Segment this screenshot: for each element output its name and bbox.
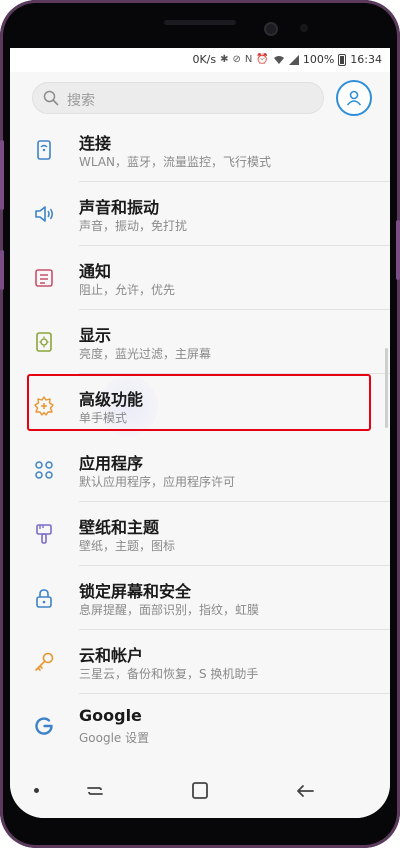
bixby-side-button (0, 140, 4, 210)
setting-title: 声音和振动 (79, 198, 160, 217)
setting-row-wallpapers[interactable]: 壁纸和主题 壁纸，主题，图标 (10, 502, 390, 566)
advanced-features-icon (34, 396, 54, 416)
setting-subtitle: Google 设置 (79, 731, 150, 745)
setting-title: 通知 (79, 262, 112, 281)
front-camera (266, 24, 276, 34)
setting-row-sounds[interactable]: 声音和振动 声音，振动，免打扰 (10, 182, 390, 246)
home-button[interactable] (187, 779, 213, 803)
setting-row-cloud-accounts[interactable]: 云和帐户 三星云，备份和恢复，S 换机助手 (10, 630, 390, 694)
apps-icon (35, 461, 53, 479)
scrollbar[interactable] (385, 348, 388, 428)
setting-subtitle: 三星云，备份和恢复，S 换机助手 (79, 667, 259, 681)
account-button[interactable] (336, 80, 372, 116)
search-icon (43, 90, 59, 106)
setting-title: Google (79, 706, 142, 725)
setting-title: 连接 (79, 134, 112, 153)
battery-percent: 100% (302, 53, 335, 66)
setting-title: 显示 (79, 326, 112, 345)
nfc-icon: N (244, 53, 253, 65)
clock: 16:34 (350, 53, 382, 66)
recents-button[interactable] (82, 779, 108, 803)
bluetooth-icon: ✱ (220, 53, 229, 65)
volume-side-button (0, 250, 4, 290)
status-bar: 0K/s ✱ ⊘ N ⏰ 100% 16:34 (10, 48, 390, 72)
setting-row-lock-security[interactable]: 锁定屏幕和安全 息屏提醒，面部识别，指纹，虹膜 (10, 566, 390, 630)
earpiece-speaker (164, 20, 236, 25)
setting-subtitle: 亮度，蓝光过滤，主屏幕 (79, 347, 212, 361)
display-icon (36, 332, 52, 352)
status-indicators: 0K/s ✱ ⊘ N ⏰ 100% 16:34 (192, 53, 382, 66)
account-icon (346, 90, 362, 106)
setting-row-google[interactable]: Google Google 设置 (10, 694, 390, 758)
power-side-button (396, 220, 400, 280)
setting-subtitle: 壁纸，主题，图标 (79, 539, 176, 553)
setting-title: 锁定屏幕和安全 (79, 582, 192, 601)
key-icon (35, 652, 54, 671)
sound-icon (35, 206, 53, 222)
setting-subtitle: 阻止，允许，优先 (79, 283, 176, 297)
notifications-icon (35, 269, 53, 287)
setting-title: 高级功能 (79, 390, 144, 409)
connections-icon (37, 140, 51, 160)
mute-icon: ⊘ (232, 53, 241, 65)
search-placeholder: 搜索 (67, 93, 95, 109)
wifi-icon (273, 55, 284, 64)
lock-icon (36, 589, 52, 608)
setting-row-advanced-features[interactable]: 高级功能 单手模式 (10, 374, 390, 438)
setting-title: 应用程序 (79, 454, 144, 473)
alarm-icon: ⏰ (256, 53, 269, 65)
setting-row-connections[interactable]: 连接 WLAN，蓝牙，流量监控，飞行模式 (10, 118, 390, 182)
navigation-bar (10, 764, 390, 818)
setting-row-display[interactable]: 显示 亮度，蓝光过滤，主屏幕 (10, 310, 390, 374)
setting-title: 云和帐户 (79, 646, 144, 665)
battery-icon (338, 53, 347, 66)
setting-subtitle: 声音，振动，免打扰 (79, 219, 188, 233)
back-button[interactable] (292, 779, 318, 803)
google-icon (35, 717, 53, 735)
wallpaper-icon (36, 524, 52, 544)
search-input[interactable]: 搜索 (32, 82, 324, 114)
setting-title: 壁纸和主题 (79, 518, 160, 537)
setting-subtitle: WLAN，蓝牙，流量监控，飞行模式 (79, 155, 272, 169)
proximity-sensor (300, 24, 308, 32)
network-speed: 0K/s (192, 53, 217, 66)
setting-subtitle: 息屏提醒，面部识别，指纹，虹膜 (79, 603, 260, 617)
signal-icon (288, 54, 299, 65)
phone-frame: 0K/s ✱ ⊘ N ⏰ 100% 16:34 搜索 连接 WLAN，蓝牙，流量… (0, 0, 400, 848)
screen: 0K/s ✱ ⊘ N ⏰ 100% 16:34 搜索 连接 WLAN，蓝牙，流量… (10, 48, 390, 818)
nav-hide-dot[interactable] (34, 788, 39, 793)
setting-row-notifications[interactable]: 通知 阻止，允许，优先 (10, 246, 390, 310)
setting-row-apps[interactable]: 应用程序 默认应用程序，应用程序许可 (10, 438, 390, 502)
setting-subtitle: 默认应用程序，应用程序许可 (79, 475, 236, 489)
setting-subtitle: 单手模式 (79, 411, 128, 425)
